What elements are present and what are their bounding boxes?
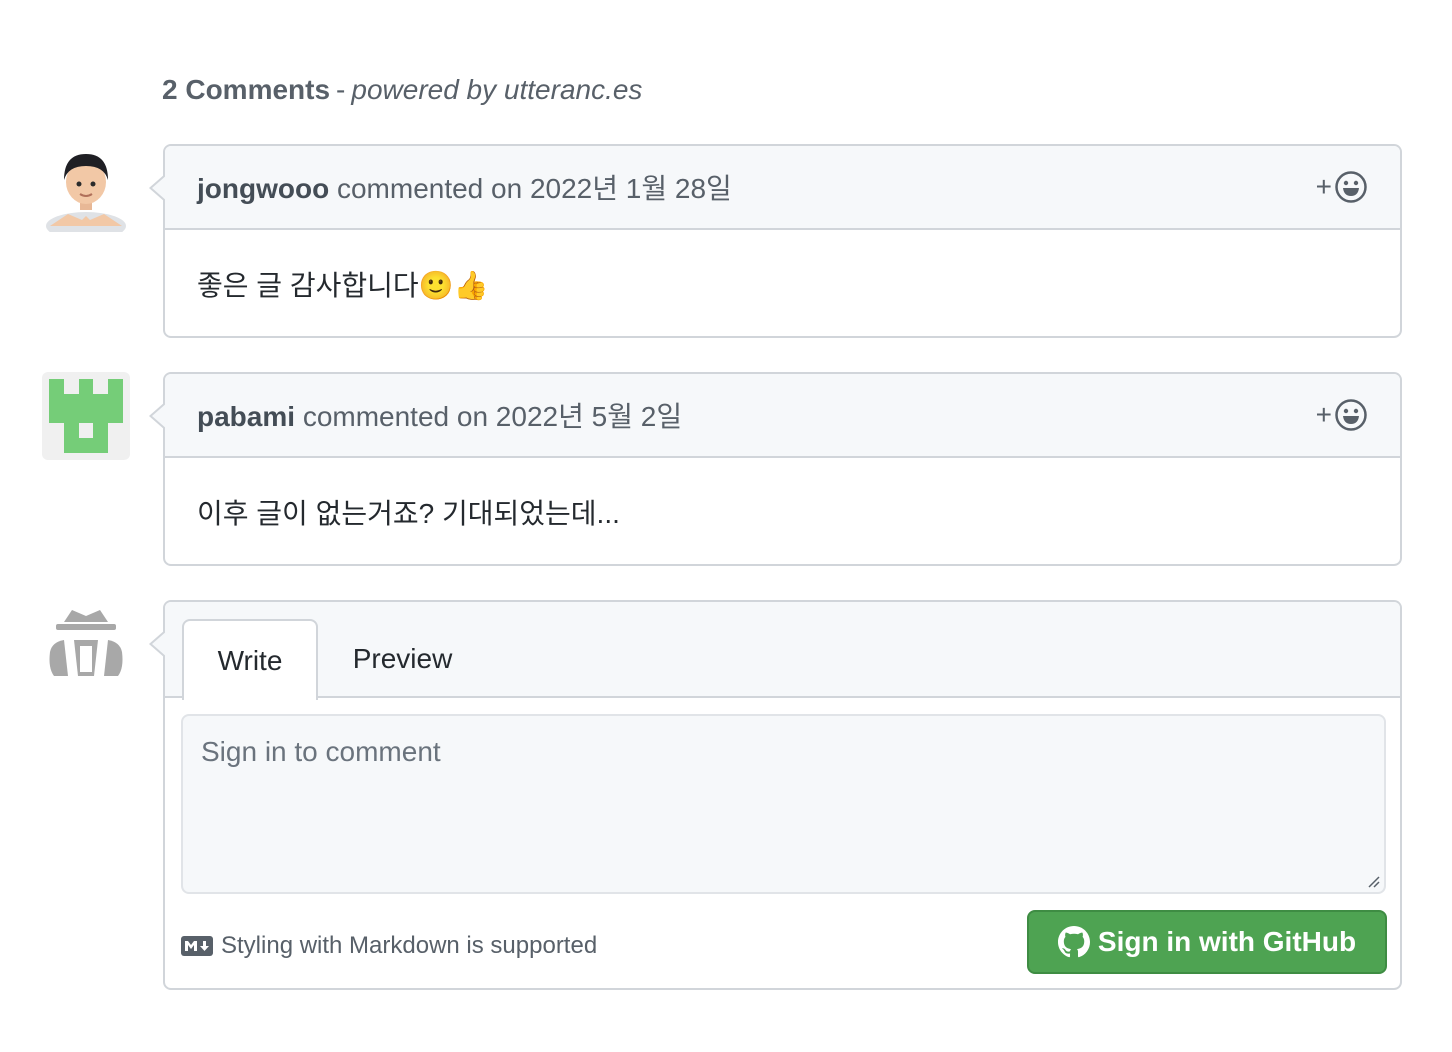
comment-card: pabami commented on 2022년 5월 2일 + 이후 글이 …	[149, 372, 1402, 566]
comment-meta: pabami commented on 2022년 5월 2일	[197, 395, 682, 435]
add-reaction-button[interactable]: +	[1316, 170, 1368, 204]
comment-body: 이후 글이 없는거죠? 기대되었는데...	[197, 498, 620, 529]
markdown-note-label: Styling with Markdown is supported	[221, 932, 598, 959]
comment-header: jongwooo commented on 2022년 1월 28일 +	[165, 146, 1400, 230]
comment-header: pabami commented on 2022년 5월 2일 +	[165, 374, 1400, 458]
avatar-pabami[interactable]	[42, 372, 130, 460]
comment-author[interactable]: jongwooo	[197, 173, 329, 204]
composer-tabs: Write Preview	[165, 602, 1400, 700]
plus-icon: +	[1315, 399, 1332, 430]
comment-date[interactable]: commented on 2022년 5월 2일	[303, 401, 682, 432]
header-separator: -	[336, 74, 346, 105]
comment-meta: jongwooo commented on 2022년 1월 28일	[197, 167, 732, 207]
github-icon	[1057, 926, 1090, 958]
comment-card: jongwooo commented on 2022년 1월 28일 + 좋은 …	[149, 144, 1402, 338]
comment-count: 2 Comments	[162, 74, 331, 105]
incognito-icon	[49, 610, 123, 676]
add-reaction-button[interactable]: +	[1316, 398, 1368, 432]
memoji-avatar-icon	[46, 154, 126, 232]
avatar-jongwooo[interactable]	[42, 144, 130, 232]
comment-textarea[interactable]: Sign in to comment	[181, 714, 1386, 894]
comment-composer: Write Preview Sign in to comment Styling…	[149, 600, 1402, 990]
tab-write[interactable]: Write	[182, 619, 318, 700]
comment-date[interactable]: commented on 2022년 1월 28일	[337, 173, 732, 204]
comment-body: 좋은 글 감사합니다🙂👍	[197, 270, 489, 301]
anonymous-avatar	[42, 600, 130, 688]
resize-handle-icon[interactable]	[1366, 874, 1380, 888]
tab-preview[interactable]: Preview	[335, 619, 470, 698]
markdown-icon	[181, 936, 213, 956]
markdown-note[interactable]: Styling with Markdown is supported	[181, 932, 597, 960]
comments-header: 2 Comments - powered by utteranc.es	[162, 72, 642, 108]
comment-author[interactable]: pabami	[197, 401, 295, 432]
plus-icon: +	[1315, 171, 1332, 202]
smiley-icon	[1335, 171, 1367, 203]
powered-by-label: powered by utteranc.es	[351, 74, 643, 105]
sign-in-with-github-button[interactable]: Sign in with GitHub	[1027, 910, 1387, 974]
smiley-icon	[1335, 399, 1367, 431]
sign-in-label: Sign in with GitHub	[1097, 926, 1357, 957]
textarea-placeholder: Sign in to comment	[201, 736, 441, 767]
identicon-avatar-icon	[42, 372, 130, 460]
